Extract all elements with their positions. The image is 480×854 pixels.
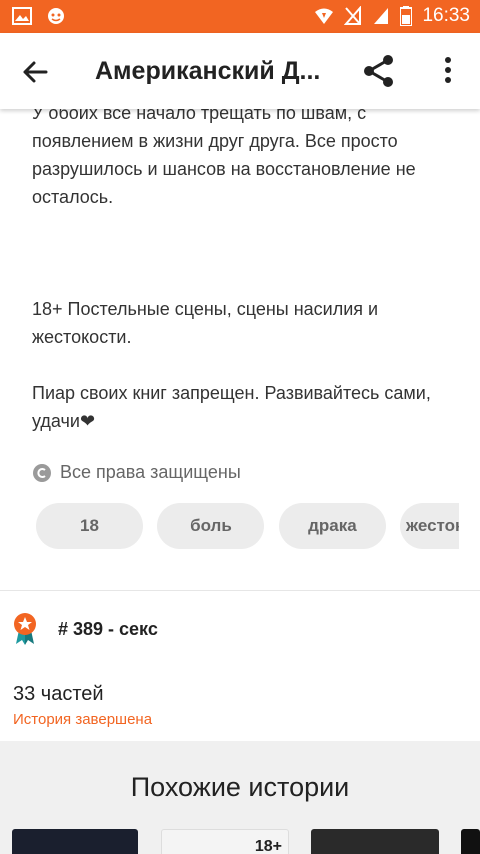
story-cover[interactable] <box>12 829 138 854</box>
app-bar: Американский Д... <box>0 33 480 109</box>
status-bar: 16:33 <box>0 0 480 33</box>
more-vertical-icon[interactable] <box>434 55 462 89</box>
description-warning: 18+ Постельные сцены, сцены насилия и же… <box>32 299 379 347</box>
tag-chip[interactable]: драка <box>278 503 386 549</box>
ranking-row[interactable]: # 389 - секс <box>12 612 158 646</box>
share-icon[interactable] <box>360 52 398 90</box>
tag-chip[interactable]: 18 <box>36 503 143 549</box>
ranking-text: # 389 - секс <box>58 618 158 639</box>
no-signal-icon <box>344 6 362 25</box>
wifi-icon <box>315 8 334 24</box>
description-note: Пиар своих книг запрещен. Развивайтесь с… <box>32 383 431 431</box>
description-paragraph: У обоих все начало трещать по швам, с по… <box>32 103 416 207</box>
back-arrow-icon[interactable] <box>18 55 52 89</box>
story-status: История завершена <box>13 711 153 728</box>
age-badge: 18+ <box>254 838 282 854</box>
story-cover[interactable] <box>461 829 480 854</box>
tag-chip[interactable]: жестокость <box>400 503 459 549</box>
gallery-icon <box>12 7 32 25</box>
tag-list: 18 боль драка жестокость <box>36 503 459 549</box>
clock: 16:33 <box>422 5 470 26</box>
similar-stories-title: Похожие истории <box>130 772 350 802</box>
story-cover[interactable]: 18+ <box>161 829 289 854</box>
story-cover[interactable] <box>311 829 439 854</box>
copyright-text: Все права защищены <box>60 462 241 482</box>
similar-stories-section: Похожие истории 18+ <box>0 741 480 854</box>
app-notification-icon <box>48 8 64 24</box>
divider <box>0 590 480 591</box>
rank-badge-icon <box>14 613 36 645</box>
page-title: Американский Д... <box>95 57 321 85</box>
copyright-notice: Все права защищены <box>32 462 241 483</box>
battery-icon <box>400 6 413 26</box>
copyright-icon <box>33 463 51 482</box>
parts-count: 33 частей <box>13 683 104 705</box>
tag-chip[interactable]: боль <box>157 503 265 549</box>
signal-icon <box>374 8 389 24</box>
